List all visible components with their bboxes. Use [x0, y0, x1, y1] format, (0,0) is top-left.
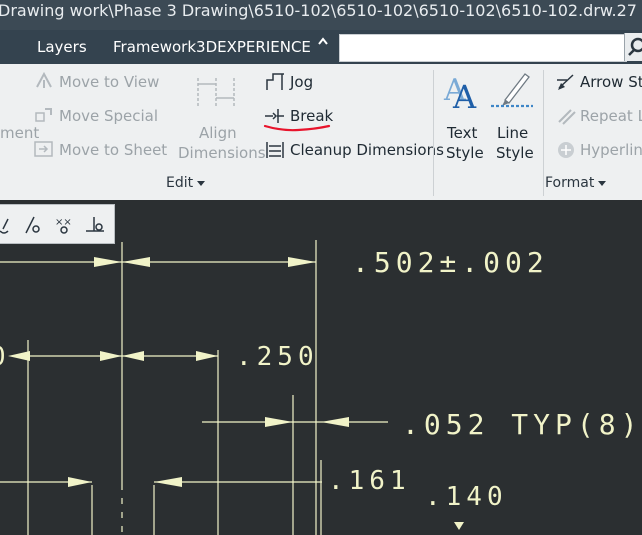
move-to-sheet-button[interactable]: Move to Sheet: [59, 141, 167, 159]
format-group-label: Format: [545, 175, 595, 191]
search-button[interactable]: [624, 33, 642, 61]
text-style-label-line2[interactable]: Style: [446, 144, 484, 162]
repeat-last-icon: [558, 109, 576, 125]
snap-tool-icon[interactable]: [0, 218, 9, 234]
align-dimensions-label-line1[interactable]: Align: [199, 124, 237, 142]
cleanup-dimensions-button[interactable]: Cleanup Dimensions: [290, 141, 444, 159]
line-style-icon: [491, 73, 533, 108]
dimension-cut-off[interactable]: 0: [0, 342, 11, 372]
origin-point-icon[interactable]: [86, 217, 104, 232]
dimension-161[interactable]: .161: [328, 466, 411, 496]
hyperlink-button[interactable]: Hyperlink: [580, 141, 642, 159]
dimension-140[interactable]: .140: [425, 482, 508, 512]
text-style-icon: A A: [443, 73, 477, 112]
tab-layers[interactable]: Layers: [37, 37, 87, 57]
ribbon-group-separator: [433, 70, 434, 196]
red-underline-annotation: [263, 124, 331, 132]
move-special-button[interactable]: Move Special: [59, 107, 158, 125]
repeat-last-button[interactable]: Repeat La: [580, 107, 642, 125]
chevron-down-icon: [598, 180, 607, 186]
align-dimensions-label-line2[interactable]: Dimensions: [178, 144, 266, 162]
jog-button[interactable]: Jog: [290, 73, 313, 91]
arrow-style-icon: [557, 74, 574, 90]
graphics-mini-toolbar: ××: [0, 204, 115, 244]
cleanup-dimensions-icon: [266, 142, 284, 158]
window-title: Drawing work\Phase 3 Drawing\6510-102\65…: [0, 1, 642, 20]
arrow-style-button[interactable]: Arrow Sty: [580, 73, 642, 91]
chevron-down-icon: [197, 180, 206, 186]
window-title-bar: Drawing work\Phase 3 Drawing\6510-102\65…: [0, 0, 642, 30]
align-dimensions-icon: [197, 78, 235, 106]
jog-icon: [266, 73, 284, 90]
dimension-502[interactable]: .502±.002: [352, 246, 549, 279]
format-group-dropdown[interactable]: Format: [545, 175, 607, 191]
svg-text:A: A: [452, 78, 477, 112]
dimension-250[interactable]: .250: [236, 342, 319, 372]
move-to-view-button[interactable]: Move to View: [59, 73, 159, 91]
line-style-label-line1[interactable]: Line: [497, 124, 528, 142]
dimension-052-typ[interactable]: .052 TYP(8): [402, 408, 642, 441]
chevron-up-icon[interactable]: [318, 36, 328, 46]
line-style-label-line2[interactable]: Style: [496, 144, 534, 162]
tab-framework3dexperience[interactable]: Framework3DEXPERIENCE: [113, 37, 311, 57]
move-special-icon: [35, 108, 52, 122]
multi-point-icon[interactable]: ××: [55, 217, 72, 234]
search-input[interactable]: [339, 34, 627, 62]
move-to-view-icon: [36, 71, 52, 88]
edit-group-dropdown[interactable]: Edit: [166, 175, 206, 191]
move-to-sheet-icon: [34, 141, 53, 157]
hyperlink-icon: [558, 142, 574, 158]
ribbon-column-separator: [543, 70, 544, 196]
point-slash-icon[interactable]: [25, 216, 40, 234]
search-icon: [628, 37, 642, 56]
text-style-label-line1[interactable]: Text: [447, 124, 477, 142]
edit-group-label: Edit: [166, 175, 194, 191]
